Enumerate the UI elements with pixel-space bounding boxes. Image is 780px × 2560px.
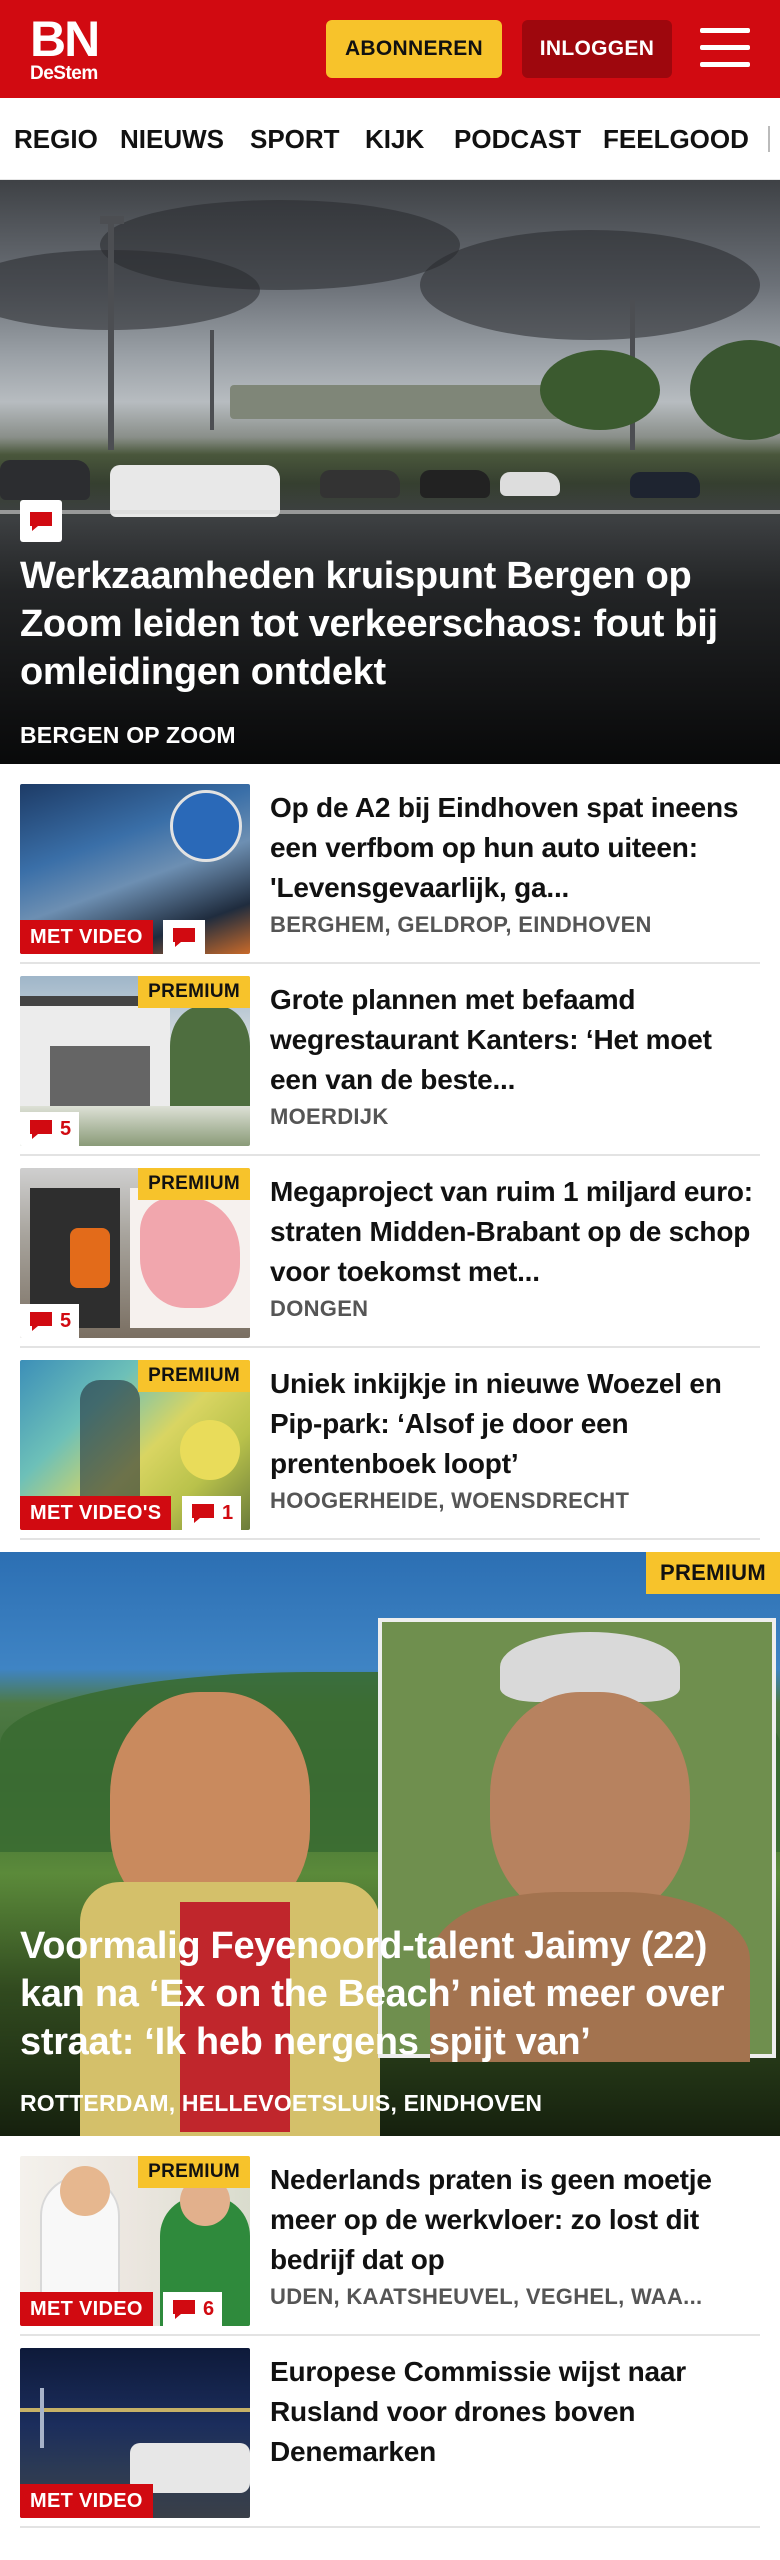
comment-icon	[20, 500, 62, 542]
premium-badge: PREMIUM	[646, 1552, 780, 1594]
nav-item-kijk[interactable]: KIJK	[365, 98, 424, 179]
premium-badge: PREMIUM	[138, 2156, 250, 2188]
logo-sub: DeStem	[30, 63, 98, 84]
list-item[interactable]: PREMIUM MET VIDEO'S 1 Uniek inkijkje in …	[20, 1360, 760, 1540]
comment-icon	[173, 2300, 195, 2319]
comment-count: 5	[60, 1117, 72, 1140]
featured-location: ROTTERDAM, HELLEVOETSLUIS, EINDHOVEN	[20, 2090, 543, 2116]
nav-item-feelgood[interactable]: FEELGOOD	[603, 98, 749, 179]
featured-title[interactable]: Voormalig Feyenoord-talent Jaimy (22) ka…	[20, 1922, 770, 2066]
article-title[interactable]: Nederlands praten is geen moetje meer op…	[270, 2160, 760, 2280]
list-item[interactable]: PREMIUM 5 Megaproject van ruim 1 miljard…	[20, 1168, 760, 1348]
article-title[interactable]: Europese Commissie wijst naar Rusland vo…	[270, 2352, 760, 2472]
site-logo[interactable]: BN DeStem	[30, 14, 108, 86]
comment-badge: 5	[20, 1304, 80, 1338]
article-thumbnail: MET VIDEO	[20, 784, 250, 954]
article-location: HOOGERHEIDE, WOENSDRECHT	[270, 1488, 630, 1513]
comment-count: 1	[222, 1501, 234, 1524]
comment-icon	[30, 1120, 52, 1139]
video-badge: MET VIDEO	[20, 920, 153, 954]
comment-badge: 1	[182, 1496, 242, 1530]
login-button[interactable]: INLOGGEN	[522, 20, 672, 78]
comment-count: 5	[60, 1309, 72, 1332]
premium-badge: PREMIUM	[138, 1360, 250, 1392]
comment-badge: 5	[20, 1112, 80, 1146]
main-nav: REGIO NIEUWS SPORT KIJK PODCAST FEELGOOD	[0, 98, 780, 180]
comment-badge	[163, 920, 205, 954]
subscribe-button[interactable]: ABONNEREN	[326, 20, 502, 78]
premium-badge: PREMIUM	[138, 976, 250, 1008]
hero-location: BERGEN OP ZOOM	[20, 722, 236, 748]
featured-article[interactable]: PREMIUM Voormalig Feyenoord-talent Jaimy…	[0, 1552, 780, 2136]
article-thumbnail: PREMIUM 5	[20, 976, 250, 1146]
article-thumbnail: PREMIUM MET VIDEO'S 1	[20, 1360, 250, 1530]
comment-count: 6	[203, 2297, 215, 2320]
article-location: DONGEN	[270, 1296, 369, 1321]
hero-title[interactable]: Werkzaamheden kruispunt Bergen op Zoom l…	[20, 552, 760, 696]
comment-icon	[30, 1312, 52, 1331]
nav-item-nieuws[interactable]: NIEUWS	[120, 98, 224, 179]
hero-article[interactable]: Werkzaamheden kruispunt Bergen op Zoom l…	[0, 180, 780, 764]
premium-badge: PREMIUM	[138, 1168, 250, 1200]
article-location: BERGHEM, GELDROP, EINDHOVEN	[270, 912, 652, 937]
article-title[interactable]: Op de A2 bij Eindhoven spat ineens een v…	[270, 788, 760, 908]
comment-badge: 6	[163, 2292, 223, 2326]
top-header: BN DeStem ABONNEREN INLOGGEN	[0, 0, 780, 98]
article-title[interactable]: Megaproject van ruim 1 miljard euro: str…	[270, 1172, 760, 1292]
article-title[interactable]: Grote plannen met befaamd wegrestaurant …	[270, 980, 760, 1100]
list-item[interactable]: MET VIDEO Op de A2 bij Eindhoven spat in…	[20, 784, 760, 964]
list-item[interactable]: PREMIUM MET VIDEO 6 Nederlands praten is…	[20, 2156, 760, 2336]
article-thumbnail: PREMIUM MET VIDEO 6	[20, 2156, 250, 2326]
comment-icon	[192, 1504, 214, 1523]
nav-item-podcast[interactable]: PODCAST	[454, 98, 581, 179]
video-badge: MET VIDEO'S	[20, 1496, 172, 1530]
list-item[interactable]: MET VIDEO Europese Commissie wijst naar …	[20, 2348, 760, 2528]
nav-item-sport[interactable]: SPORT	[250, 98, 340, 179]
logo-main: BN	[30, 11, 100, 67]
nav-overflow-divider	[768, 126, 770, 152]
article-title[interactable]: Uniek inkijkje in nieuwe Woezel en Pip-p…	[270, 1364, 760, 1484]
list-item[interactable]: PREMIUM 5 Grote plannen met befaamd wegr…	[20, 976, 760, 1156]
video-badge: MET VIDEO	[20, 2292, 153, 2326]
video-badge: MET VIDEO	[20, 2484, 153, 2518]
article-thumbnail: PREMIUM 5	[20, 1168, 250, 1338]
article-location: UDEN, KAATSHEUVEL, VEGHEL, WAA...	[270, 2284, 703, 2309]
comment-icon	[173, 928, 195, 947]
nav-item-regio[interactable]: REGIO	[14, 98, 98, 179]
article-location: MOERDIJK	[270, 1104, 389, 1129]
article-thumbnail: MET VIDEO	[20, 2348, 250, 2518]
hamburger-icon[interactable]	[700, 26, 750, 70]
